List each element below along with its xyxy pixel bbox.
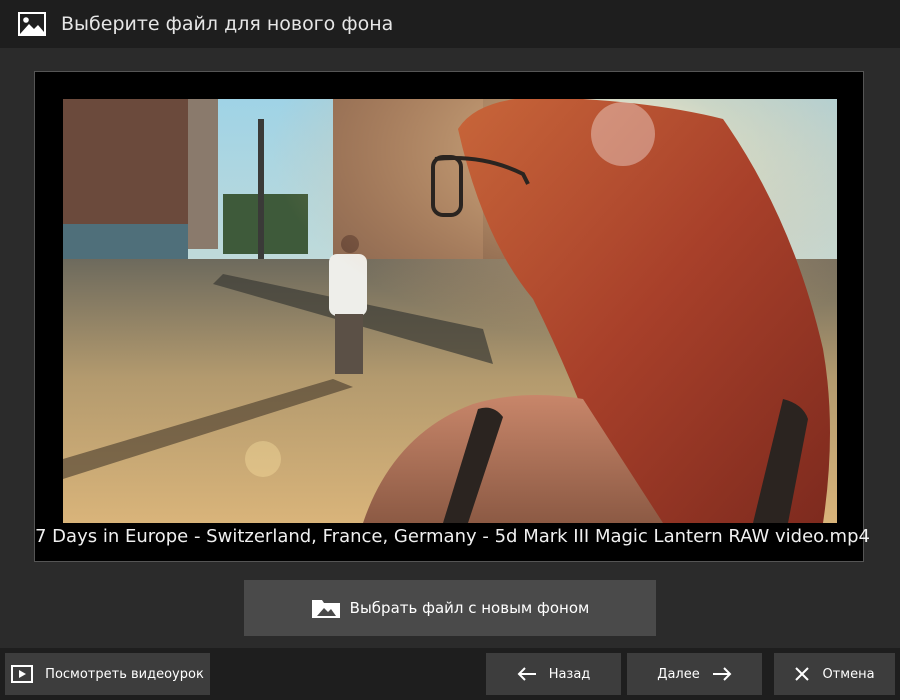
- preview-panel: 7 Days in Europe - Switzerland, France, …: [34, 71, 870, 562]
- next-button[interactable]: Далее: [627, 653, 762, 695]
- watch-tutorial-label: Посмотреть видеоурок: [45, 666, 204, 682]
- back-label: Назад: [548, 666, 591, 682]
- arrow-right-icon: [712, 667, 732, 681]
- choose-background-file-label: Выбрать файл с новым фоном: [349, 599, 590, 617]
- image-icon: [18, 12, 46, 36]
- cancel-button[interactable]: Отмена: [774, 653, 895, 695]
- title-bar: Выберите файл для нового фона: [0, 0, 900, 48]
- cancel-label: Отмена: [822, 666, 875, 682]
- close-icon: [795, 667, 810, 681]
- next-label: Далее: [657, 666, 700, 682]
- back-button[interactable]: Назад: [486, 653, 621, 695]
- background-preview-image: [63, 99, 837, 523]
- footer-bar: Посмотреть видеоурок Назад Далее Отмена: [0, 648, 900, 700]
- window-title: Выберите файл для нового фона: [61, 13, 394, 35]
- watch-tutorial-button[interactable]: Посмотреть видеоурок: [5, 653, 210, 695]
- video-player-icon: [11, 665, 34, 683]
- arrow-left-icon: [517, 667, 536, 681]
- folder-image-icon: [311, 600, 340, 618]
- choose-background-file-button[interactable]: Выбрать файл с новым фоном: [244, 580, 656, 636]
- preview-filename: 7 Days in Europe - Switzerland, France, …: [35, 526, 870, 547]
